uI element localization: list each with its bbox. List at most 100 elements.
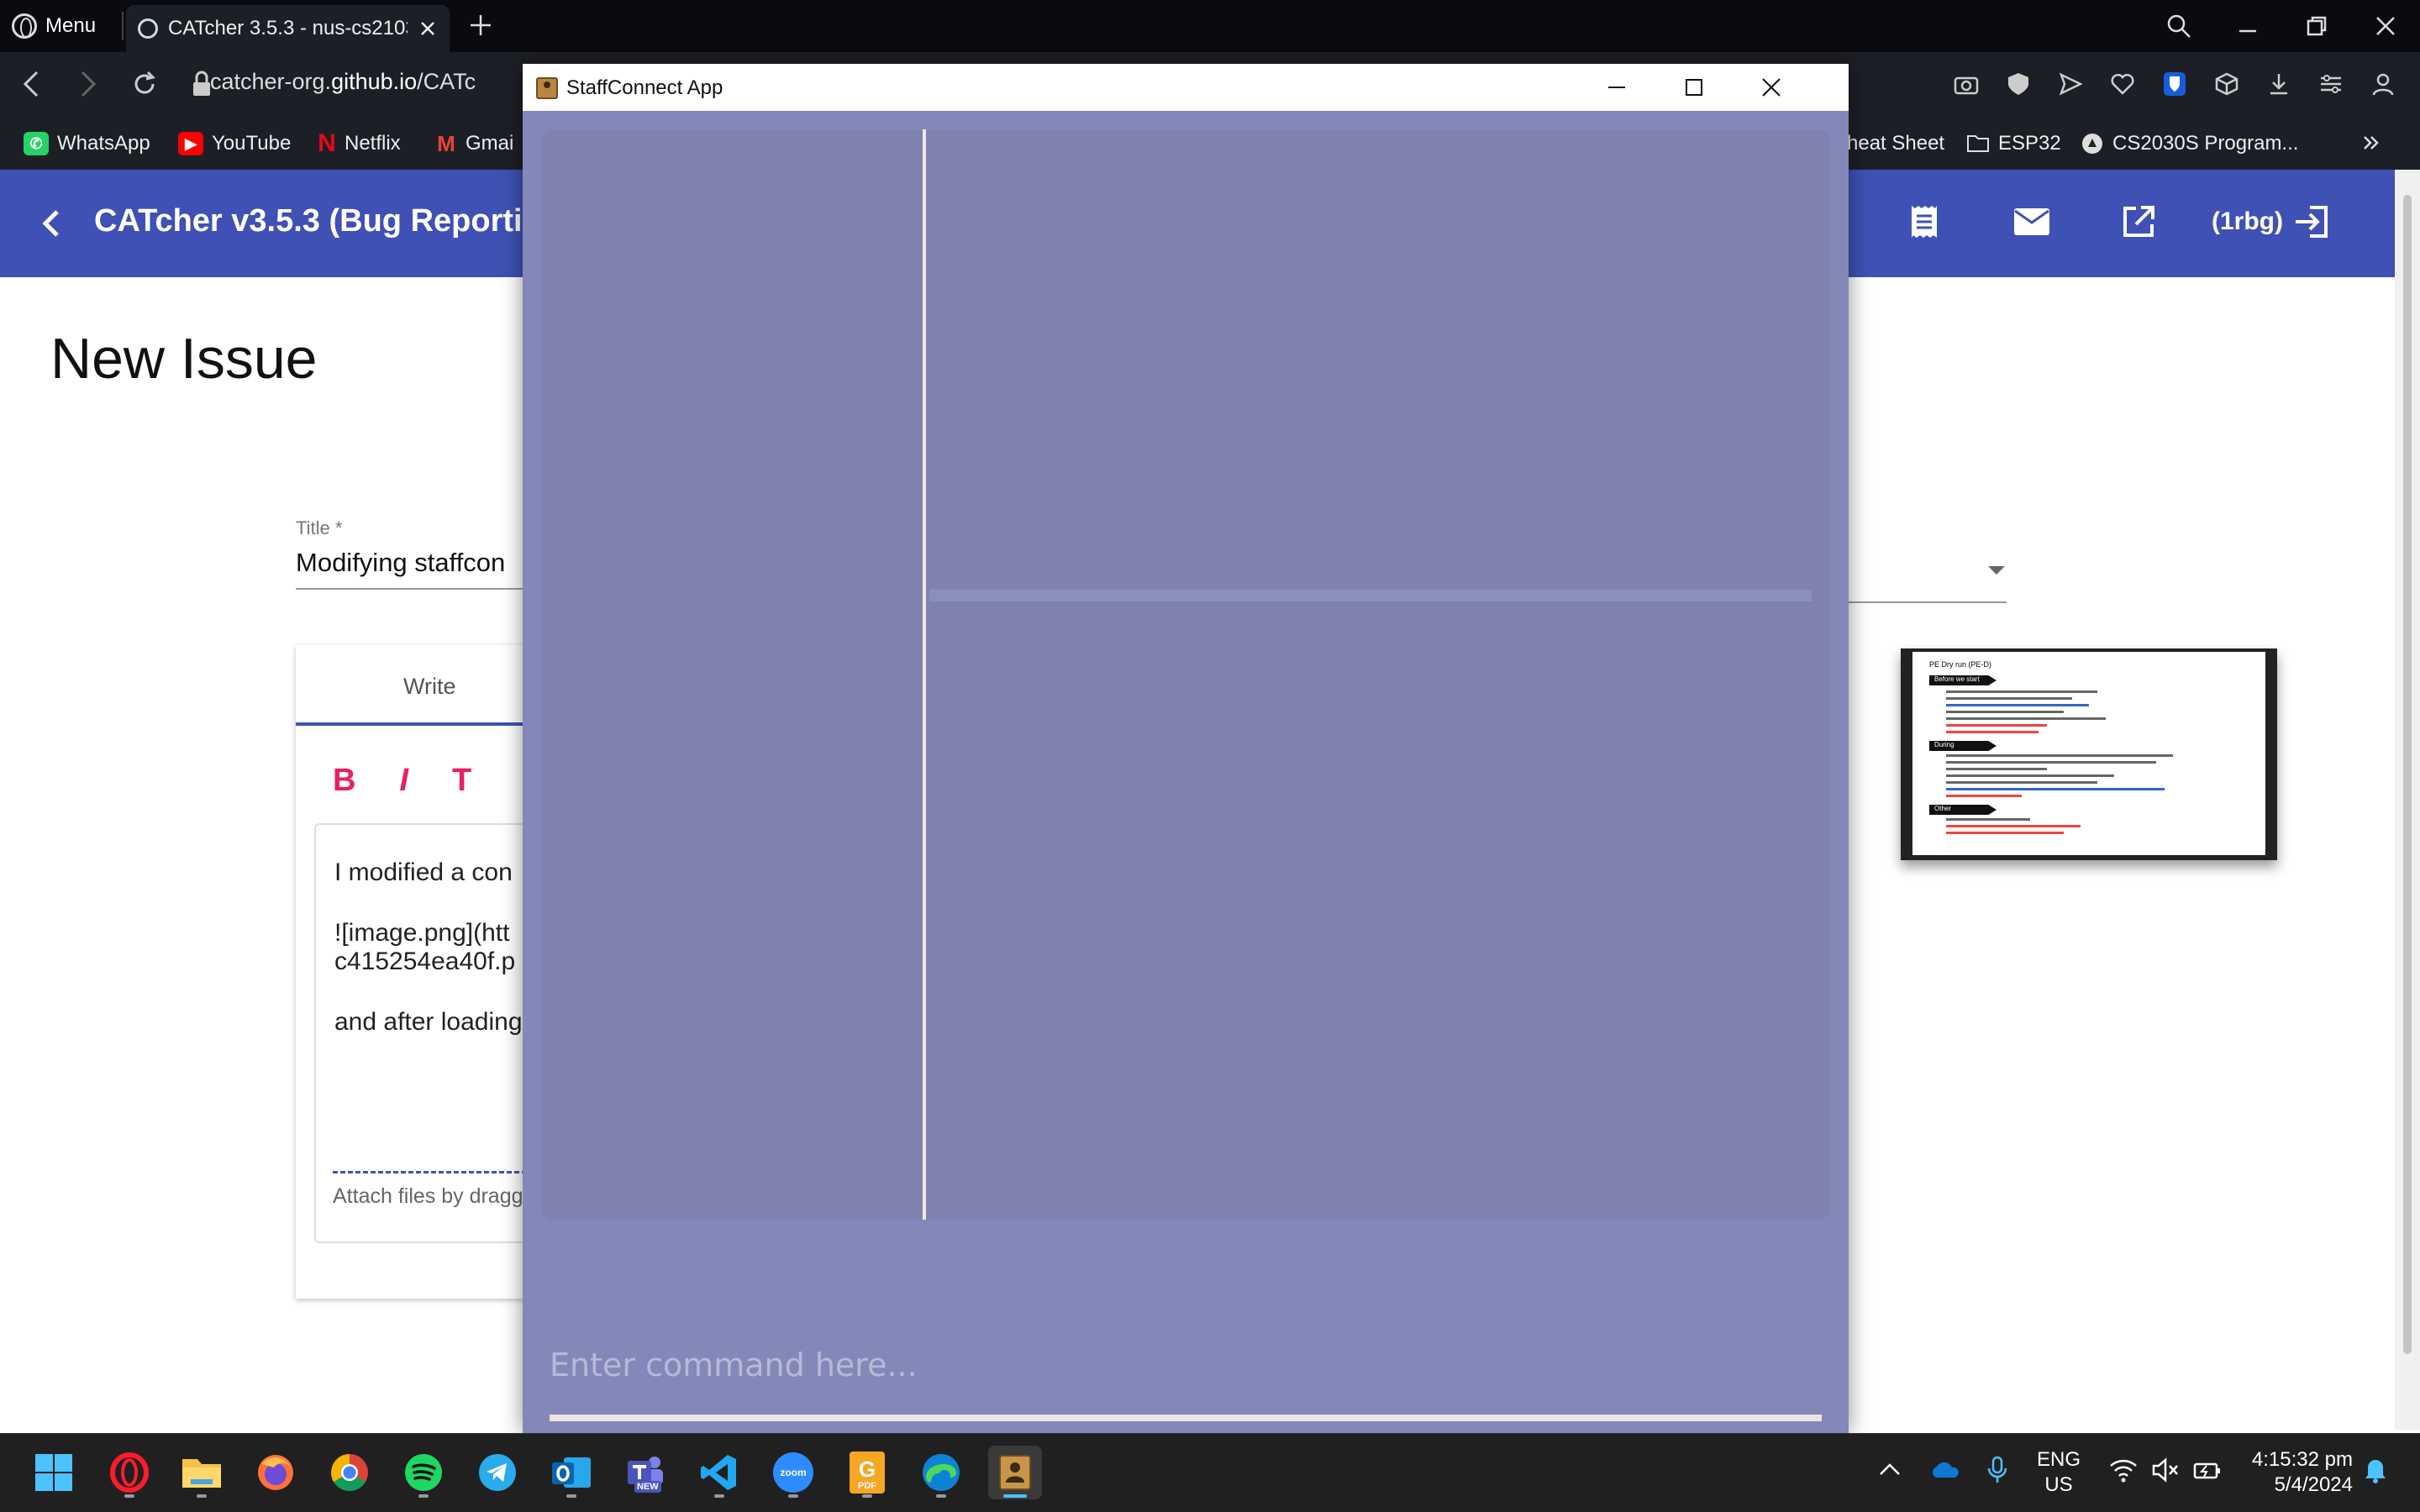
taskbar-zoom[interactable]: zoom	[766, 1446, 820, 1499]
bookmark-label: YouTube	[212, 132, 292, 155]
start-button[interactable]	[27, 1446, 81, 1499]
strikethrough-button[interactable]: T	[452, 763, 471, 799]
running-indicator	[936, 1494, 946, 1498]
more-bookmarks-icon[interactable]	[2360, 131, 2383, 155]
volume-muted-icon[interactable]	[2151, 1457, 2180, 1483]
minimize-icon[interactable]	[1578, 64, 1655, 111]
minimize-window-icon[interactable]	[2230, 8, 2265, 44]
forward-icon[interactable]	[74, 67, 101, 101]
bold-button[interactable]: B	[333, 763, 355, 799]
gmail-icon: M	[437, 130, 455, 156]
url-host: github.io	[331, 69, 418, 94]
back-icon[interactable]	[18, 67, 45, 101]
microphone-icon[interactable]	[1986, 1456, 2008, 1484]
bookmark-cs2030s[interactable]: CS2030S Program...	[2081, 129, 2298, 158]
taskbar-teams[interactable]: NEW	[618, 1446, 672, 1499]
command-input[interactable]	[550, 1344, 1822, 1386]
reload-icon[interactable]	[129, 67, 160, 101]
taskbar-file-explorer[interactable]	[175, 1446, 229, 1499]
preview-section: Before we start	[1929, 675, 1996, 685]
attached-image-preview[interactable]: PE Dry run (PE-D) Before we start During…	[1901, 648, 2277, 860]
logout-icon	[2293, 205, 2330, 239]
pdf-label: PDF	[858, 1481, 876, 1491]
taskbar-vscode[interactable]	[692, 1446, 746, 1499]
dropdown-arrow-icon[interactable]	[1988, 566, 2005, 575]
split-pane-divider-horizontal[interactable]	[929, 590, 1812, 601]
tab-divider	[122, 12, 124, 40]
edge-icon	[921, 1452, 961, 1493]
bookmark-netflix[interactable]: N Netflix	[318, 129, 401, 158]
tab-close-icon[interactable]	[418, 18, 438, 39]
clock-date: 5/4/2024	[2274, 1473, 2353, 1496]
close-window-icon[interactable]	[2368, 8, 2403, 44]
preview-line	[1946, 825, 2081, 827]
bookmark-esp32[interactable]: ESP32	[1966, 129, 2061, 158]
new-tab-icon[interactable]	[467, 12, 494, 39]
restore-window-icon[interactable]	[2299, 8, 2334, 44]
battery-icon[interactable]	[2193, 1457, 2222, 1483]
heart-icon[interactable]	[2106, 67, 2139, 101]
staffconnect-window: StaffConnect App	[523, 64, 1849, 1433]
taskbar-edge[interactable]	[914, 1446, 968, 1499]
maximize-icon[interactable]	[1655, 64, 1733, 111]
split-pane-divider[interactable]	[923, 129, 926, 1220]
bookmark-label: Gmai	[466, 132, 514, 155]
editor-line: ![image.png](htt	[334, 919, 510, 947]
taskbar-outlook[interactable]	[544, 1446, 598, 1499]
editor-line: c415254ea40f.p	[334, 948, 516, 975]
camera-icon[interactable]	[1949, 67, 1983, 101]
attach-files-hint[interactable]: Attach files by dragg	[333, 1184, 528, 1209]
staffconnect-icon	[997, 1454, 1034, 1491]
preview-doc-title: PE Dry run (PE-D)	[1929, 660, 1992, 669]
taskbar-spotify[interactable]	[397, 1446, 450, 1499]
tab-write[interactable]: Write	[296, 645, 528, 726]
description-textarea[interactable]: I modified a con ![image.png](htt c41525…	[314, 823, 533, 1243]
back-arrow-icon[interactable]	[37, 207, 66, 240]
notification-bell-icon[interactable]	[2363, 1457, 2388, 1484]
taskbar-opera[interactable]	[103, 1446, 156, 1499]
taskbar-staffconnect[interactable]	[988, 1446, 1042, 1499]
url-field[interactable]: catcher-org.github.io/CATc	[210, 69, 476, 95]
editor-line: and after loading	[334, 1008, 523, 1036]
opera-menu-button[interactable]: Menu	[12, 10, 96, 42]
taskbar-pdf-reader[interactable]: G PDF	[840, 1446, 894, 1499]
page-scrollbar[interactable]	[2395, 170, 2420, 1430]
bitwarden-icon[interactable]	[2158, 67, 2191, 101]
title-field-label: Title *	[296, 517, 343, 538]
clock[interactable]: 4:15:32 pm 5/4/2024	[2242, 1447, 2353, 1498]
mail-icon[interactable]	[2013, 207, 2050, 236]
taskbar-firefox[interactable]	[249, 1446, 302, 1499]
shield-icon[interactable]	[2002, 67, 2035, 101]
region-code: US	[2044, 1473, 2073, 1496]
taskbar-chrome[interactable]	[323, 1446, 376, 1499]
running-indicator	[566, 1494, 576, 1498]
send-icon[interactable]	[2054, 67, 2087, 101]
netflix-icon: N	[318, 129, 336, 157]
logout-button[interactable]: (1rbg)	[2212, 205, 2330, 239]
bookmark-youtube[interactable]: ▶ YouTube	[178, 129, 291, 158]
search-tabs-icon[interactable]	[2161, 8, 2196, 44]
open-external-icon[interactable]	[2121, 204, 2156, 239]
receipt-icon[interactable]	[1907, 203, 1941, 240]
easy-setup-icon[interactable]	[2314, 67, 2348, 101]
running-indicator	[862, 1494, 872, 1498]
youtube-icon: ▶	[178, 132, 203, 155]
bookmark-whatsapp[interactable]: ✆ WhatsApp	[24, 129, 150, 158]
language-indicator[interactable]: ENG US	[2037, 1447, 2081, 1498]
title-input[interactable]: Modifying staffcon	[296, 548, 528, 590]
scrollbar-thumb[interactable]	[2403, 195, 2412, 1354]
browser-tab-catcher[interactable]: CATcher 3.5.3 - nus-cs2103	[126, 5, 450, 52]
close-icon[interactable]	[1733, 64, 1810, 111]
window-titlebar[interactable]: StaffConnect App	[523, 64, 1849, 111]
cube-icon[interactable]	[2210, 67, 2244, 101]
show-hidden-icons[interactable]	[1877, 1459, 1902, 1479]
bookmark-cheat-sheet[interactable]: heat Sheet	[1847, 129, 1944, 158]
bookmark-gmail[interactable]: M Gmai	[435, 129, 513, 158]
onedrive-icon[interactable]	[1929, 1459, 1960, 1479]
italic-button[interactable]: I	[399, 763, 408, 799]
catcher-favicon-icon	[138, 18, 158, 39]
taskbar-telegram[interactable]	[471, 1446, 524, 1499]
profile-icon[interactable]	[2366, 67, 2400, 101]
download-icon[interactable]	[2262, 67, 2296, 101]
wifi-icon[interactable]	[2109, 1457, 2138, 1483]
